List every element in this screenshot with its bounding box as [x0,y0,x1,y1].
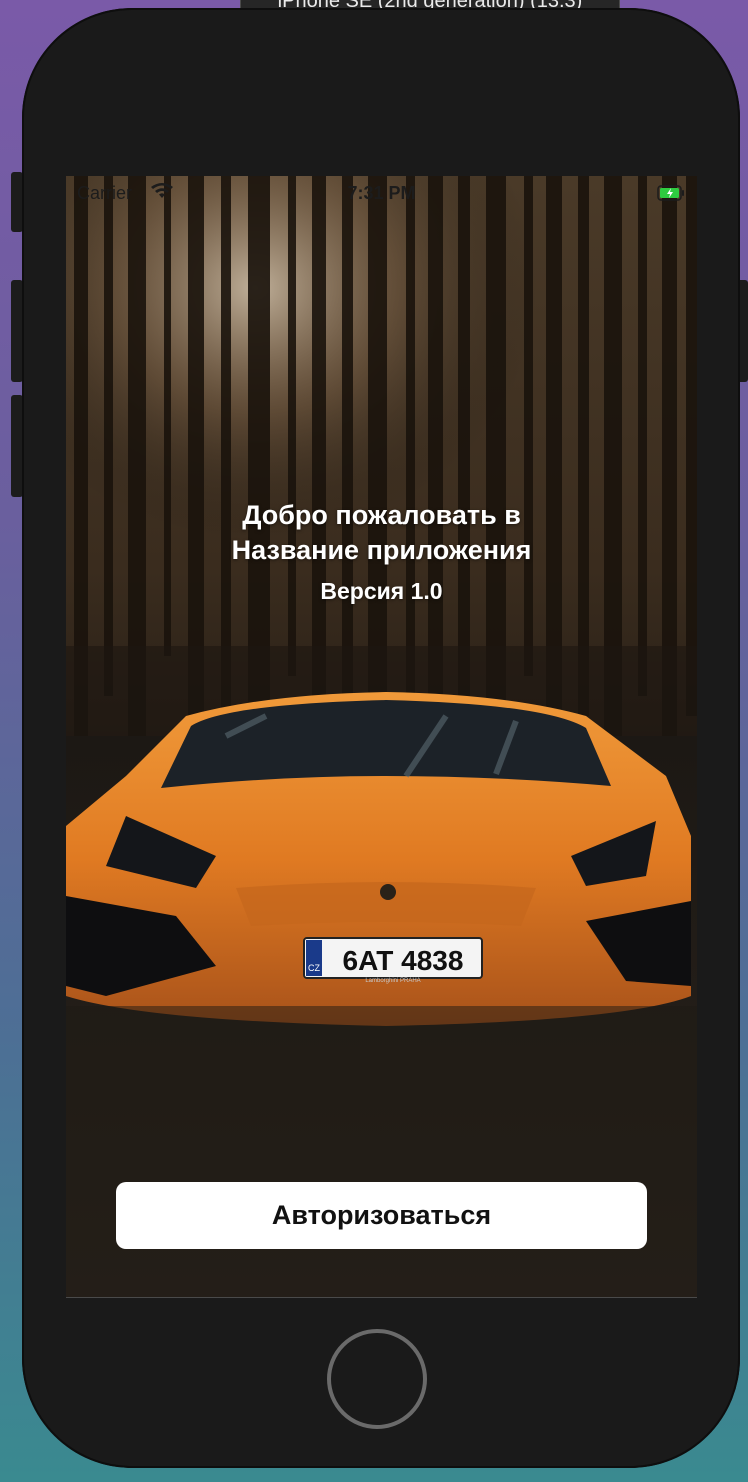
plate-country: CZ [308,963,320,973]
welcome-line-1: Добро пожаловать в [242,500,521,530]
welcome-title: Добро пожаловать в Название приложения [66,498,697,568]
screen-edge [66,1297,697,1298]
status-bar: Carrier 7:31 PM [66,176,697,212]
battery-charging-icon [657,185,685,206]
plate-number: 6AT 4838 [343,945,464,976]
home-button-icon[interactable] [327,1329,427,1429]
welcome-line-2: Название приложения [231,535,532,565]
version-label: Версия 1.0 [320,578,443,604]
background-photo: CZ 6AT 4838 Lamborghini PRAHA [66,176,697,1298]
app-screen: CZ 6AT 4838 Lamborghini PRAHA Carrier 7:… [66,176,697,1298]
plate-dealer: Lamborghini PRAHA [365,978,420,984]
authorize-button[interactable]: Авторизоваться [116,1182,647,1249]
status-time: 7:31 PM [347,183,416,203]
